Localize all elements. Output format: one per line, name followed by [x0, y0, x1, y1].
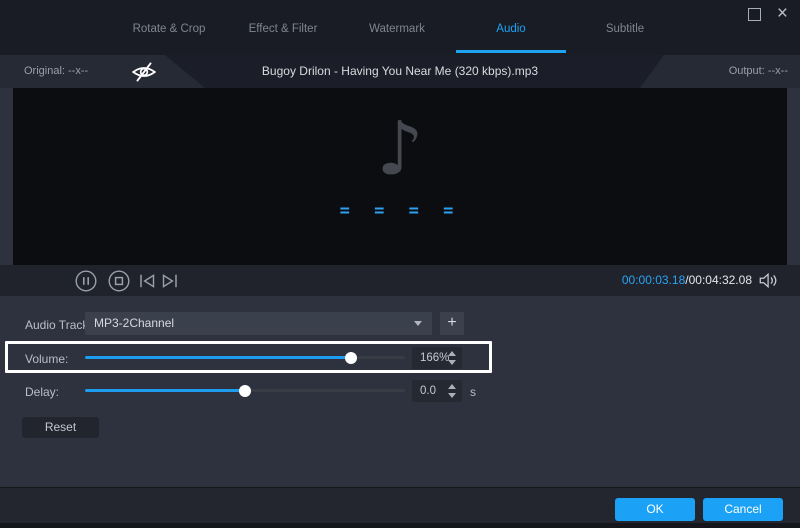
- delay-slider[interactable]: [85, 389, 405, 392]
- pause-button[interactable]: [75, 270, 97, 297]
- audio-track-selected-value: MP3-2Channel: [94, 312, 174, 335]
- volume-speaker-icon[interactable]: [758, 272, 778, 294]
- equalizer-indicator: = = = =: [340, 201, 461, 221]
- preview-area: ♪ = = = =: [13, 88, 787, 265]
- delay-value: 0.0: [420, 380, 436, 402]
- add-audio-track-button[interactable]: +: [440, 312, 464, 335]
- audio-editor-dialog: Rotate & Crop Effect & Filter Watermark …: [0, 0, 800, 528]
- audio-track-label: Audio Track:: [25, 318, 92, 332]
- title-bar: Rotate & Crop Effect & Filter Watermark …: [0, 0, 800, 55]
- spin-down-icon[interactable]: [448, 360, 456, 365]
- output-size-label: Output: --x--: [729, 55, 788, 88]
- tab-subtitle[interactable]: Subtitle: [568, 0, 682, 55]
- prev-frame-button[interactable]: [139, 274, 156, 293]
- spin-down-icon[interactable]: [448, 393, 456, 398]
- tab-effect-filter[interactable]: Effect & Filter: [226, 0, 340, 55]
- volume-label: Volume:: [25, 352, 68, 366]
- spin-up-icon[interactable]: [448, 351, 456, 356]
- tab-watermark[interactable]: Watermark: [340, 0, 454, 55]
- tab-rotate-crop[interactable]: Rotate & Crop: [112, 0, 226, 55]
- total-time: 00:04:32.08: [689, 273, 752, 287]
- window-controls: ×: [748, 0, 788, 26]
- music-note-icon: ♪: [376, 106, 423, 192]
- delay-unit-label: s: [470, 385, 476, 399]
- reset-button[interactable]: Reset: [22, 417, 99, 438]
- next-frame-button[interactable]: [161, 274, 178, 293]
- volume-spinner-arrows[interactable]: [448, 351, 456, 365]
- delay-thumb[interactable]: [239, 385, 251, 397]
- current-time: 00:00:03.18: [622, 273, 685, 287]
- cancel-button[interactable]: Cancel: [703, 498, 783, 521]
- footer-bar: OK Cancel: [0, 487, 800, 524]
- media-file-title: Bugoy Drilon - Having You Near Me (320 k…: [0, 55, 800, 88]
- stop-button[interactable]: [108, 270, 130, 297]
- tab-bar: Rotate & Crop Effect & Filter Watermark …: [112, 0, 682, 55]
- transport-bar: 00:00:03.18/00:04:32.08: [0, 265, 800, 296]
- spin-up-icon[interactable]: [448, 384, 456, 389]
- maximize-icon[interactable]: [748, 8, 761, 21]
- close-icon[interactable]: ×: [777, 4, 788, 23]
- delay-label: Delay:: [25, 385, 59, 399]
- delay-spinner-arrows[interactable]: [448, 384, 456, 398]
- audio-track-dropdown[interactable]: MP3-2Channel: [85, 312, 432, 335]
- chevron-down-icon: [414, 321, 422, 326]
- delay-fill: [85, 389, 245, 392]
- volume-thumb[interactable]: [345, 352, 357, 364]
- bottom-edge: [0, 523, 800, 528]
- delay-spinner[interactable]: 0.0: [412, 380, 462, 402]
- volume-spinner[interactable]: 166%: [412, 347, 462, 369]
- tab-audio[interactable]: Audio: [454, 0, 568, 55]
- info-bar: Original: --x-- Bugoy Drilon - Having Yo…: [0, 55, 800, 88]
- time-display: 00:00:03.18/00:04:32.08: [622, 265, 752, 296]
- volume-slider[interactable]: [85, 356, 405, 359]
- volume-fill: [85, 356, 351, 359]
- volume-value: 166%: [420, 347, 449, 369]
- ok-button[interactable]: OK: [615, 498, 695, 521]
